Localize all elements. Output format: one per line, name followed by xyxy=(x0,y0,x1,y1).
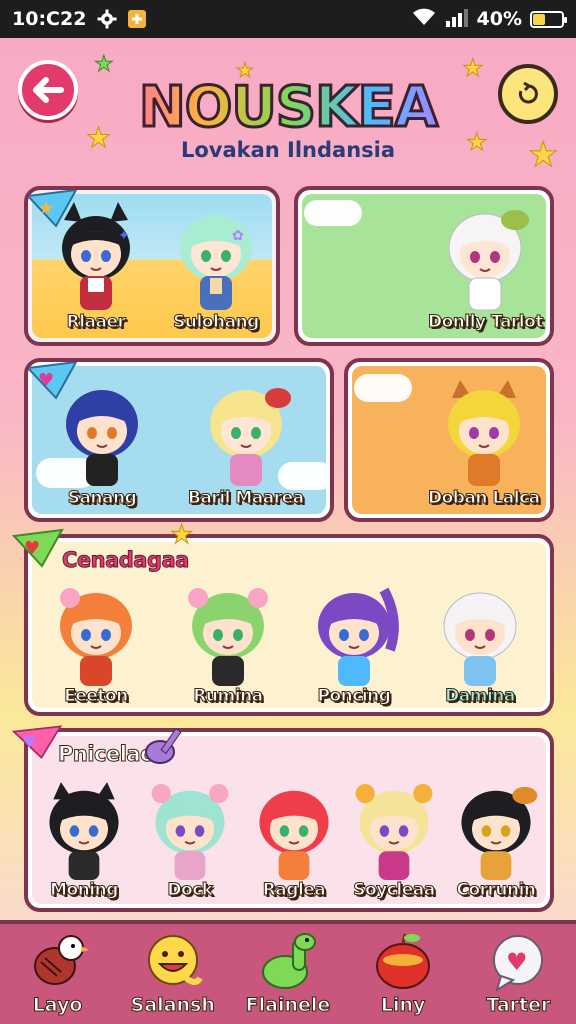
character-portrait[interactable]: Donlly Tarlot xyxy=(428,200,544,333)
dino-icon xyxy=(261,933,316,989)
bookmark-tag: ★ xyxy=(28,190,78,228)
character-avatar xyxy=(151,784,229,880)
wifi-icon xyxy=(411,7,437,32)
nav-item-layo[interactable]: Layo xyxy=(8,924,108,1017)
refresh-button[interactable] xyxy=(498,64,558,124)
battery-percent: 40% xyxy=(476,8,522,30)
star-icon: ★ xyxy=(85,121,112,154)
character-name: Rumina xyxy=(193,686,264,707)
nav-label: Salansh xyxy=(130,994,215,1017)
character-portrait[interactable]: Dock xyxy=(142,778,238,901)
svg-text:♥: ♥ xyxy=(24,538,40,559)
star-icon: ★ xyxy=(466,128,488,156)
bookmark-tag: ♥ xyxy=(12,722,64,762)
character-name: Sanang xyxy=(67,488,137,509)
character-name: Moning xyxy=(50,880,119,901)
character-name: Sulohang xyxy=(173,312,260,333)
svg-text:✦: ✦ xyxy=(118,228,130,244)
character-portrait[interactable]: Raglea xyxy=(246,778,342,901)
nav-label: Tarter xyxy=(486,994,551,1017)
character-avatar xyxy=(209,388,291,486)
apple-icon xyxy=(376,933,431,989)
nav-label: Layo xyxy=(32,994,83,1017)
guitar-icon xyxy=(144,722,190,772)
status-bar: 10:C22 40% xyxy=(0,0,576,38)
star-icon: ★ xyxy=(169,520,194,550)
header: NOUSKEA Lovakan Ilndansia ★ ★ ★ ★ ★ ★ xyxy=(0,38,576,178)
star-icon: ★ xyxy=(94,52,115,77)
character-portrait[interactable]: Eeeton xyxy=(46,580,146,707)
smiley-icon xyxy=(147,935,203,985)
svg-text:♥: ♥ xyxy=(38,370,54,391)
character-card[interactable]: ✦ Rlaaer ✿ Sulohang ★ xyxy=(24,186,280,346)
signal-icon xyxy=(445,7,469,32)
character-avatar xyxy=(448,210,530,311)
character-card[interactable]: Sanang Baril Maarea ♥ xyxy=(24,358,334,522)
nav-label: Flainele xyxy=(245,994,331,1017)
svg-text:♥: ♥ xyxy=(506,948,528,976)
character-name: Dock xyxy=(167,880,214,901)
character-avatar xyxy=(355,784,433,880)
star-icon: ★ xyxy=(462,54,484,82)
character-name: Eeeton xyxy=(64,686,129,707)
svg-text:★: ★ xyxy=(38,198,54,219)
nav-label: Liny xyxy=(380,994,426,1017)
character-avatar xyxy=(443,592,517,686)
nav-item-flainele[interactable]: Flainele xyxy=(238,924,338,1017)
character-name: Rlaaer xyxy=(66,312,126,333)
back-button[interactable] xyxy=(18,60,78,120)
character-portrait[interactable]: Corrunin xyxy=(448,778,544,901)
character-group-card: Pnicelaoi Moning Dock Raglea Soycleaa Co… xyxy=(24,728,554,912)
section-title: Cenadagaa xyxy=(62,548,190,573)
character-name: Soycleaa xyxy=(353,880,436,901)
character-name: Poncing xyxy=(317,686,391,707)
character-portrait[interactable]: Baril Maarea xyxy=(188,376,305,509)
character-portrait[interactable]: Doban Lalca xyxy=(428,376,541,509)
gear-icon xyxy=(96,8,118,30)
status-time: 10:C22 xyxy=(12,8,87,30)
character-name: Doban Lalca xyxy=(428,488,541,509)
bird-icon xyxy=(33,935,89,985)
character-avatar xyxy=(318,587,399,686)
character-name: Corrunin xyxy=(456,880,537,901)
character-avatar xyxy=(60,588,132,686)
chat-heart-icon: ♥ xyxy=(493,935,544,992)
character-name: Raglea xyxy=(262,880,326,901)
svg-text:♥: ♥ xyxy=(22,733,36,751)
arrow-left-icon xyxy=(33,77,64,103)
character-portrait[interactable]: ✿ Sulohang xyxy=(166,200,266,333)
star-icon: ★ xyxy=(236,58,255,82)
app-subtitle: Lovakan Ilndansia xyxy=(180,138,396,162)
character-avatar xyxy=(447,380,520,486)
app-title: NOUSKEA xyxy=(120,74,456,141)
character-portrait[interactable]: Damina xyxy=(430,580,530,707)
character-name: Baril Maarea xyxy=(188,488,305,509)
character-name: Damina xyxy=(445,686,516,707)
character-card[interactable]: Doban Lalca xyxy=(344,358,554,522)
bottom-nav: Layo Salansh Flainele Liny ♥ Tarter xyxy=(0,920,576,1024)
nav-item-liny[interactable]: Liny xyxy=(353,924,453,1017)
bookmark-tag: ♥ xyxy=(28,362,78,400)
character-portrait[interactable]: Rumina xyxy=(178,580,278,707)
character-portrait[interactable]: Moning xyxy=(36,778,132,901)
character-name: Donlly Tarlot xyxy=(428,312,544,333)
bookmark-tag: ♥ xyxy=(12,528,64,568)
character-avatar xyxy=(461,786,538,880)
character-avatar: ✿ xyxy=(180,215,252,310)
svg-text:✿: ✿ xyxy=(232,228,244,244)
character-portrait[interactable]: Poncing xyxy=(304,580,404,707)
character-portrait[interactable]: Soycleaa xyxy=(346,778,442,901)
character-group-card: Cenadagaa Eeeton Rumina Poncing Damina xyxy=(24,534,554,716)
star-icon: ★ xyxy=(527,135,559,175)
nav-item-tarter[interactable]: ♥ Tarter xyxy=(468,924,568,1017)
refresh-icon xyxy=(518,81,538,104)
character-avatar xyxy=(188,588,268,686)
character-avatar xyxy=(259,790,329,880)
character-card[interactable]: Donlly Tarlot xyxy=(294,186,554,346)
notification-icon xyxy=(126,8,148,30)
nav-item-salansh[interactable]: Salansh xyxy=(123,924,223,1017)
battery-icon xyxy=(530,10,567,28)
character-avatar xyxy=(49,782,119,880)
